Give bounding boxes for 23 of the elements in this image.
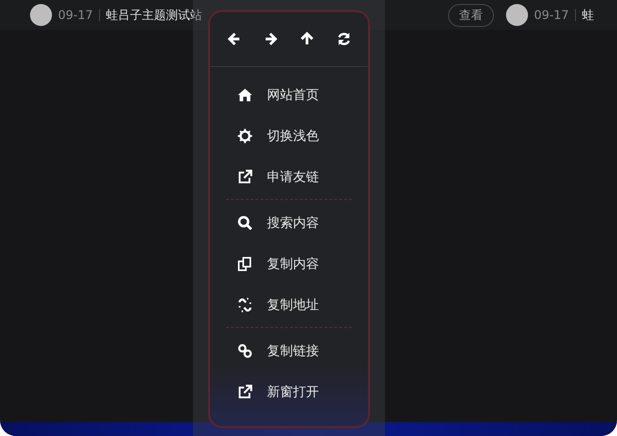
copy-icon	[237, 256, 253, 272]
post-title[interactable]: 蛙	[582, 6, 594, 24]
external-link-icon	[237, 168, 253, 184]
post-title[interactable]: 蛙吕子主题测试站	[106, 6, 202, 24]
menu-item[interactable]: 搜索内容	[267, 214, 319, 232]
post-date: 09-17	[534, 8, 569, 22]
avatar	[506, 4, 528, 26]
menu-item[interactable]: 切换浅色	[267, 126, 319, 144]
menu-item[interactable]: 网站首页	[267, 86, 319, 104]
menu-item[interactable]: 新窗打开	[267, 382, 319, 400]
search-icon	[237, 214, 253, 230]
menu-item[interactable]: 复制链接	[267, 342, 319, 360]
home-icon	[237, 86, 253, 102]
broken-link-icon	[237, 296, 253, 312]
gear-icon	[237, 128, 253, 144]
external-link-icon	[237, 384, 253, 400]
link-icon	[237, 342, 253, 358]
menu-item[interactable]: 申请友链	[267, 168, 319, 186]
view-button[interactable]: 查看	[448, 4, 494, 26]
menu-item[interactable]: 复制内容	[267, 254, 319, 272]
avatar	[30, 4, 52, 26]
menu-item[interactable]: 复制地址	[267, 296, 319, 314]
post-date: 09-17	[58, 8, 93, 22]
